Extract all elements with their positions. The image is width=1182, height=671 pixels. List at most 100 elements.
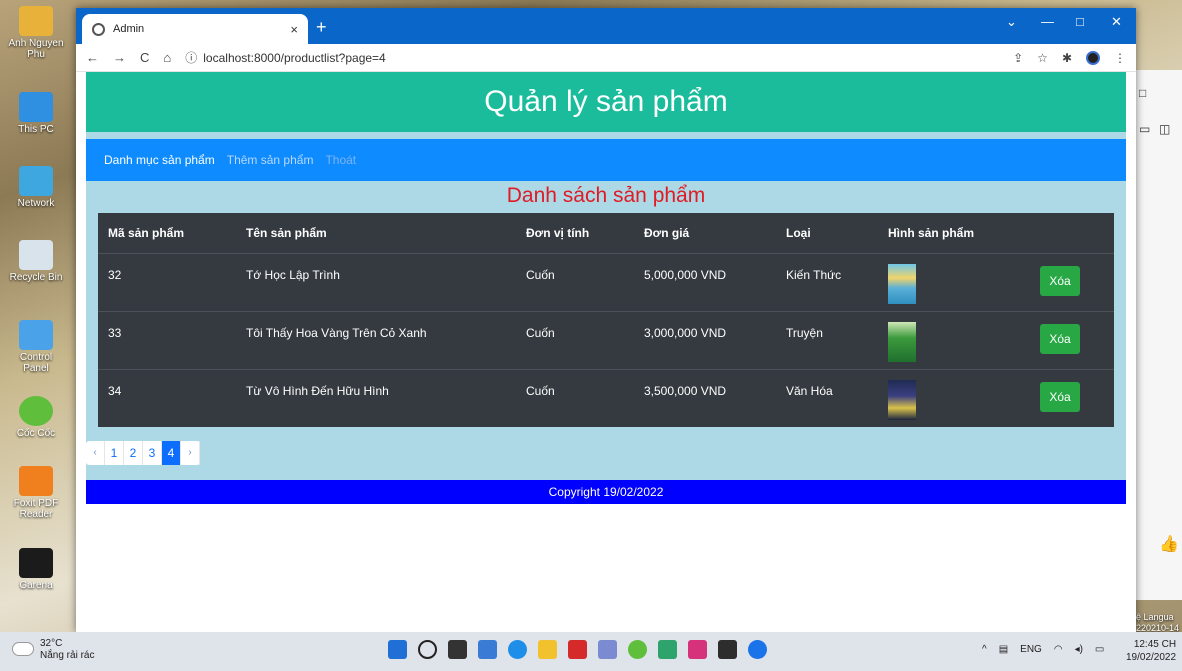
forward-icon[interactable]: →: [113, 50, 126, 65]
extensions-icon[interactable]: ✱: [1062, 51, 1072, 65]
language-indicator[interactable]: ENG: [1020, 644, 1042, 655]
cell-image: [878, 310, 1030, 369]
wifi-icon[interactable]: ◠: [1054, 644, 1063, 655]
column-header-id: Mã sản phẩm: [98, 213, 236, 254]
tab-search-icon[interactable]: ⌄: [1006, 14, 1017, 30]
edge-icon[interactable]: [508, 640, 527, 659]
terminal-icon[interactable]: [718, 640, 737, 659]
menu-icon[interactable]: ⋮: [1114, 51, 1126, 65]
coc-coc-taskbar-icon[interactable]: [628, 640, 647, 659]
task-view-icon[interactable]: [448, 640, 467, 659]
cell-price: 5,000,000 VND: [634, 252, 776, 311]
maximize-button[interactable]: □: [1076, 14, 1084, 29]
like-icon[interactable]: 👍: [1159, 534, 1179, 554]
delete-button[interactable]: Xóa: [1040, 265, 1080, 296]
desktop-icon-coc-coc[interactable]: Cốc Cốc: [6, 396, 66, 439]
cloud-icon: [12, 642, 34, 656]
keyboard-icon[interactable]: ▤: [999, 644, 1008, 655]
desktop-icons: Anh Nguyen Phu This PC Network Recycle B…: [0, 0, 72, 630]
monitor-icon: [19, 92, 53, 122]
cell-unit: Cuốn: [516, 310, 634, 369]
title-bar: Admin × + ⌄ — □ ✕: [76, 8, 1136, 44]
visual-studio-icon[interactable]: [688, 640, 707, 659]
cell-unit: Cuốn: [516, 368, 634, 427]
pagination-page-1[interactable]: 1: [105, 441, 124, 465]
chevron-up-icon[interactable]: ^: [982, 644, 987, 655]
file-explorer-icon[interactable]: [538, 640, 557, 659]
mail-icon[interactable]: [478, 640, 497, 659]
minimize-button[interactable]: —: [1041, 14, 1054, 29]
desktop-icon-control-panel[interactable]: Control Panel: [6, 320, 66, 374]
user-folder-icon: [19, 6, 53, 36]
garena-icon: [19, 548, 53, 578]
close-button[interactable]: ✕: [1111, 14, 1122, 30]
maximize-icon[interactable]: □: [1139, 86, 1146, 100]
product-image: [888, 321, 916, 362]
desktop-icon-this-pc[interactable]: This PC: [6, 92, 66, 135]
video-icon[interactable]: ▭: [1139, 122, 1150, 136]
desktop-icon-foxit[interactable]: Foxit PDF Reader: [6, 466, 66, 520]
garena-taskbar-icon[interactable]: [568, 640, 587, 659]
cell-image: [878, 368, 1030, 427]
delete-button[interactable]: Xóa: [1040, 381, 1080, 412]
nav-link-logout[interactable]: Thoát: [325, 153, 356, 167]
battery-icon[interactable]: ▭: [1095, 644, 1104, 655]
reload-icon[interactable]: C: [140, 50, 149, 65]
url-field[interactable]: localhost:8000/productlist?page=4: [203, 51, 385, 65]
control-panel-icon: [19, 320, 53, 350]
recycle-bin-icon: [19, 240, 53, 270]
desktop-icon-recycle-bin[interactable]: Recycle Bin: [6, 240, 66, 283]
pagination-next[interactable]: ›: [181, 441, 200, 465]
cell-type: Kiến Thức: [776, 252, 878, 311]
cell-price: 3,000,000 VND: [634, 310, 776, 369]
desktop-icon-user[interactable]: Anh Nguyen Phu: [6, 6, 66, 60]
clock[interactable]: 12:45 CH 19/02/2022: [1126, 638, 1176, 664]
globe-icon: [92, 22, 105, 36]
bookmark-star-icon[interactable]: ☆: [1037, 51, 1048, 65]
list-title: Danh sách sản phẩm: [506, 184, 706, 207]
page-content: Quản lý sản phẩm Danh mục sản phẩm Thêm …: [76, 72, 1136, 632]
table-row: 34 Từ Vô Hình Đến Hữu Hình Cuốn 3,500,00…: [98, 368, 1114, 427]
column-header-type: Loại: [776, 213, 878, 254]
panel-icon[interactable]: ◫: [1159, 122, 1170, 136]
back-icon[interactable]: ←: [86, 50, 99, 65]
profile-avatar[interactable]: [1086, 50, 1100, 65]
product-table: Mã sản phẩm Tên sản phẩm Đơn vị tính Đơn…: [98, 213, 1114, 427]
nav-link-categories[interactable]: Danh mục sản phẩm: [104, 153, 215, 167]
weather-widget[interactable]: 32°C Nắng rải rác: [40, 638, 94, 662]
page-header: Quản lý sản phẩm: [86, 72, 1126, 132]
tab-close-icon[interactable]: ×: [290, 22, 298, 37]
desktop-icon-network[interactable]: Network: [6, 166, 66, 209]
column-header-action: [1030, 213, 1114, 254]
table-row: 33 Tôi Thấy Hoa Vàng Trên Cỏ Xanh Cuốn 3…: [98, 310, 1114, 369]
system-tray: ^ ▤ ENG ◠ ◂) ▭: [982, 644, 1104, 655]
cell-id: 34: [98, 368, 236, 427]
pagination-page-4[interactable]: 4: [162, 441, 181, 465]
delete-button[interactable]: Xóa: [1040, 323, 1080, 354]
home-icon[interactable]: ⌂: [163, 50, 171, 65]
new-tab-button[interactable]: +: [316, 17, 327, 38]
pagination-page-2[interactable]: 2: [124, 441, 143, 465]
browser-tab[interactable]: Admin ×: [82, 14, 308, 44]
pagination: ‹ 1 2 3 4 ›: [86, 441, 200, 465]
pagination-prev[interactable]: ‹: [86, 441, 105, 465]
column-header-price: Đơn giá: [634, 213, 776, 254]
paint-icon[interactable]: [598, 640, 617, 659]
cell-image: [878, 252, 1030, 311]
column-header-unit: Đơn vị tính: [516, 213, 634, 254]
tab-title: Admin: [113, 23, 145, 35]
cell-name: Tớ Học Lập Trình: [236, 252, 516, 311]
app-icon[interactable]: [658, 640, 677, 659]
search-icon[interactable]: [418, 640, 437, 659]
start-icon[interactable]: [388, 640, 407, 659]
zalo-icon[interactable]: [748, 640, 767, 659]
toolbar-icons: ⇪ ☆ ✱ ⋮: [1013, 50, 1126, 65]
pagination-page-3[interactable]: 3: [143, 441, 162, 465]
nav-link-add-product[interactable]: Thêm sản phẩm: [227, 153, 314, 167]
share-icon[interactable]: ⇪: [1013, 51, 1023, 65]
desktop-icon-garena[interactable]: Garena: [6, 548, 66, 591]
volume-icon[interactable]: ◂): [1075, 644, 1083, 655]
product-image: [888, 379, 916, 420]
cell-action: Xóa: [1030, 252, 1114, 311]
site-info-icon[interactable]: ⓘ: [185, 49, 197, 66]
